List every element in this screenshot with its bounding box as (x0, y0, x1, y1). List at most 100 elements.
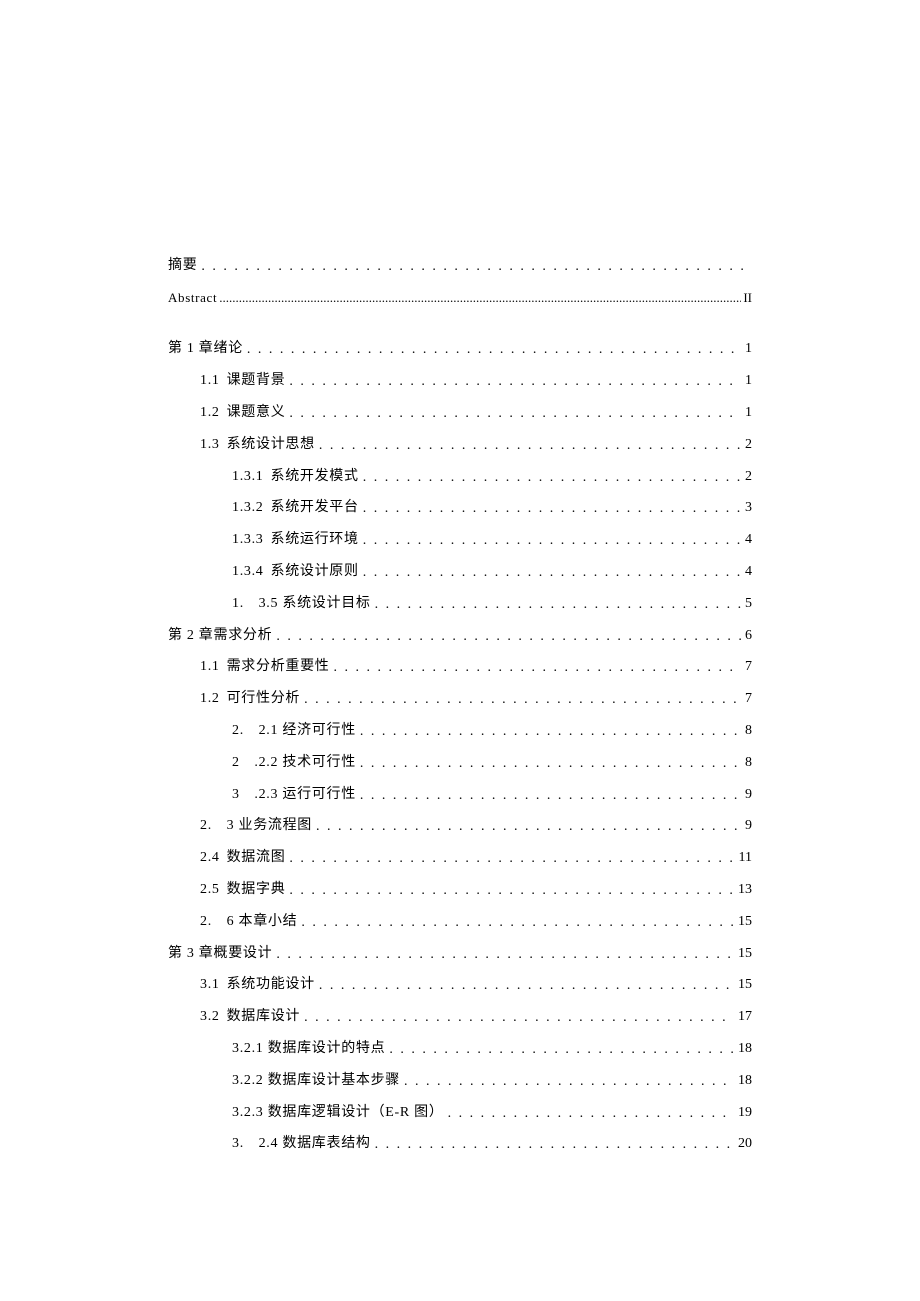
toc-entry-page: 15 (738, 914, 752, 931)
toc-dots (319, 978, 734, 995)
toc-entry-page: 5 (745, 596, 752, 613)
toc-dots (289, 406, 741, 423)
toc-entry: 3 .2.3 运行可行性9 (168, 787, 752, 804)
toc-dots (404, 1074, 734, 1091)
toc-entry-label: 第 3 章概要设计 (168, 946, 272, 963)
toc-entry-label: 3.2.1 数据库设计的特点 (232, 1041, 385, 1058)
toc-entry-label: 2. 2.1 经济可行性 (232, 723, 356, 740)
toc-dots (389, 1042, 734, 1059)
toc-dots (289, 883, 734, 900)
toc-entry-label: 3.1 (200, 977, 220, 994)
toc-dots (360, 756, 741, 773)
toc-dots (276, 629, 741, 646)
toc-entry-page: 7 (745, 691, 752, 708)
toc-entry-page: 20 (738, 1136, 752, 1153)
toc-entry: 1.2 可行性分析 7 (168, 691, 752, 708)
toc-dots (289, 851, 734, 868)
toc-entry-label: 1.1 (200, 659, 220, 676)
toc-entry-label: 1.3.4 (232, 564, 264, 581)
toc-entry-label: 第 1 章绪论 (168, 341, 243, 358)
toc-dots (276, 947, 734, 964)
toc-entry-label: 1.3.2 (232, 500, 264, 517)
toc-entry-title: 数据字典 (227, 882, 286, 899)
toc-entry-title: 系统设计思想 (227, 437, 315, 454)
toc-entry: 3.2.3 数据库逻辑设计（E-R 图）19 (168, 1105, 752, 1122)
toc-entry-label: 1.3.3 (232, 532, 264, 549)
toc-dots (363, 565, 741, 582)
toc-entry-label: 第 2 章需求分析 (168, 628, 272, 645)
toc-entry-label: 3.2.2 数据库设计基本步骤 (232, 1073, 400, 1090)
toc-dots (319, 438, 741, 455)
toc-entry: 1.2课题意义1 (168, 405, 752, 422)
toc-entry: 1.1 需求分析重要性 7 (168, 659, 752, 676)
toc-entry-page: 4 (745, 532, 752, 549)
toc-entry: 2. 3 业务流程图 9 (168, 818, 752, 835)
toc-entry-title: 需求分析重要性 (227, 659, 330, 676)
toc-entry: 1.3.1系统开发模式2 (168, 469, 752, 486)
toc-dots (304, 1010, 734, 1027)
toc-dots (247, 342, 741, 359)
toc-entry-label: 2 .2.2 技术可行性 (232, 755, 356, 772)
toc-entry-label: 2.4 (200, 850, 220, 867)
toc-entry-label: 摘要 (168, 258, 197, 275)
toc-entry-page: 13 (738, 882, 752, 899)
toc-entry-page: II (743, 290, 752, 306)
toc-entry-title: 系统功能设计 (227, 977, 315, 994)
toc-entry-label: 1.2 (200, 405, 220, 422)
toc-dots (289, 374, 741, 391)
toc-entry: 2. 6 本章小结15 (168, 914, 752, 931)
toc-entry: 1.3.4系统设计原则4 (168, 564, 752, 581)
toc-entry-page: 7 (745, 659, 752, 676)
toc-entry: 1.3系统设计思想2 (168, 437, 752, 454)
toc-entry-title: 可行性分析 (227, 691, 301, 708)
toc-entry-title: 课题背景 (227, 373, 286, 390)
toc-entry: 1. 3.5 系统设计目标 5 (168, 596, 752, 613)
toc-dots (334, 660, 741, 677)
toc-entry: 2.5数据字典13 (168, 882, 752, 899)
toc-entry-page: 1 (745, 341, 752, 358)
toc-dots (316, 819, 741, 836)
toc-entry-page: 18 (738, 1073, 752, 1090)
toc-entry-page: 4 (745, 564, 752, 581)
toc-entry: 3.2数据库设计17 (168, 1009, 752, 1026)
toc-entry-page: 9 (745, 787, 752, 804)
toc-entry-page: 15 (738, 946, 752, 963)
toc-entry-page: 17 (738, 1009, 752, 1026)
toc-entry-title: 系统开发平台 (271, 500, 359, 517)
toc-entry-page: 8 (745, 723, 752, 740)
toc-entry-page: 11 (739, 850, 752, 867)
toc-dots (363, 470, 741, 487)
toc-entry: 1.3.3 系统运行环境 4 (168, 532, 752, 549)
toc-entry-label: 1.3 (200, 437, 220, 454)
toc-entry-page: 9 (745, 818, 752, 835)
toc-entry: 第 3 章概要设计 15 (168, 946, 752, 963)
toc-entry: 第 2 章需求分析 6 (168, 628, 752, 645)
toc-entry: 2.4 数据流图 11 (168, 850, 752, 867)
toc-dots (363, 501, 741, 518)
toc-entry-page: 3 (745, 500, 752, 517)
toc-entry-page: 1 (745, 405, 752, 422)
toc-entry-label: 1.1 (200, 373, 220, 390)
toc-dots (219, 290, 741, 306)
toc-entry-label: 1.3.1 (232, 469, 264, 486)
toc-entry-page: 15 (738, 977, 752, 994)
toc-dots (375, 1137, 734, 1154)
toc-entry-label: 1.2 (200, 691, 220, 708)
toc-entry-label: 1. 3.5 系统设计目标 (232, 596, 371, 613)
toc-entry-title: 数据流图 (227, 850, 286, 867)
toc-entry-label: 3.2.3 数据库逻辑设计（E-R 图） (232, 1105, 444, 1122)
toc-entry-page: 8 (745, 755, 752, 772)
toc-entry-page: 6 (745, 628, 752, 645)
toc-entry: 3.2.1 数据库设计的特点18 (168, 1041, 752, 1058)
toc-dots (448, 1106, 734, 1123)
toc-entry-title: 系统开发模式 (271, 469, 359, 486)
toc-dots (363, 533, 741, 550)
toc-entry: 2. 2.1 经济可行性 8 (168, 723, 752, 740)
toc-entry-title: 系统运行环境 (271, 532, 359, 549)
toc-entry: AbstractII (168, 290, 752, 306)
toc-entry-title: 数据库设计 (227, 1009, 301, 1026)
toc-entry: 3.1 系统功能设计 15 (168, 977, 752, 994)
toc-entry: 1.1课题背景1 (168, 373, 752, 390)
toc-dots (304, 692, 741, 709)
toc-entry-label: 2. 3 业务流程图 (200, 818, 312, 835)
